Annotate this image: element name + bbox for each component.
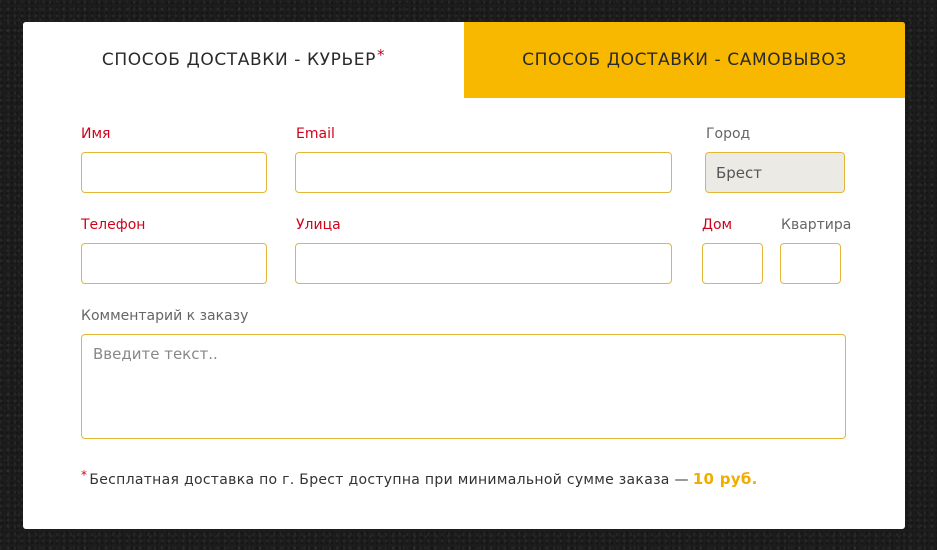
street-label: Улица [296, 217, 341, 233]
name-input[interactable] [81, 152, 267, 193]
phone-label: Телефон [81, 217, 146, 233]
tab-pickup[interactable]: СПОСОБ ДОСТАВКИ - САМОВЫВОЗ [464, 22, 905, 98]
apartment-label: Квартира [781, 217, 852, 233]
street-input[interactable] [295, 243, 672, 284]
email-input[interactable] [295, 152, 672, 193]
min-order-price: 10 руб. [692, 470, 758, 488]
city-input [705, 152, 845, 193]
comment-label: Комментарий к заказу [81, 308, 249, 324]
free-delivery-note: * Бесплатная доставка по г. Брест доступн… [81, 468, 758, 488]
phone-input[interactable] [81, 243, 267, 284]
house-input[interactable] [702, 243, 763, 284]
note-text: Бесплатная доставка по г. Брест доступна… [89, 472, 689, 488]
delivery-form-card: СПОСОБ ДОСТАВКИ - КУРЬЕР * СПОСОБ ДОСТАВК… [23, 22, 905, 529]
email-label: Email [296, 126, 335, 142]
city-label: Город [706, 126, 751, 142]
apartment-input[interactable] [780, 243, 841, 284]
tab-pickup-label: СПОСОБ ДОСТАВКИ - САМОВЫВОЗ [522, 50, 847, 70]
tab-courier[interactable]: СПОСОБ ДОСТАВКИ - КУРЬЕР * [23, 22, 464, 98]
tab-courier-label: СПОСОБ ДОСТАВКИ - КУРЬЕР [101, 50, 376, 70]
delivery-method-tabs: СПОСОБ ДОСТАВКИ - КУРЬЕР * СПОСОБ ДОСТАВК… [23, 22, 905, 98]
note-marker: * [81, 468, 88, 482]
comment-textarea[interactable] [81, 334, 846, 439]
tab-courier-required-marker: * [376, 46, 386, 64]
name-label: Имя [81, 126, 111, 142]
house-label: Дом [702, 217, 733, 233]
